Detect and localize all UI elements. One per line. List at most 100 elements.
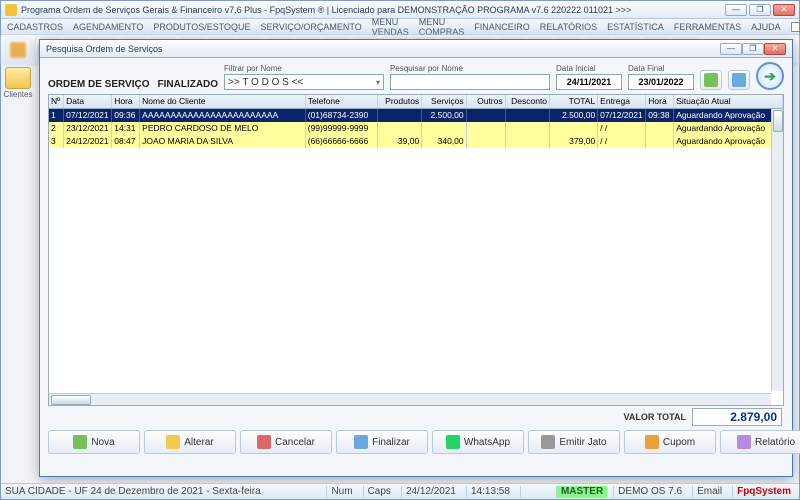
cell: [646, 122, 674, 135]
menu-produtos[interactable]: PRODUTOS/ESTOQUE: [153, 22, 250, 32]
cell: 2.500,00: [422, 109, 466, 122]
cell: 1: [49, 109, 64, 122]
date-end-input[interactable]: 23/01/2022: [628, 74, 694, 90]
app-title: Programa Ordem de Serviços Gerais & Fina…: [21, 5, 725, 15]
cell: [422, 122, 466, 135]
col-data[interactable]: Data: [64, 95, 112, 108]
search-bar: ORDEM DE SERVIÇOFINALIZADO Filtrar por N…: [40, 58, 792, 92]
dialog-titlebar: Pesquisa Ordem de Serviços — ❐ ✕: [40, 40, 792, 58]
menu-financeiro[interactable]: FINANCEIRO: [474, 22, 530, 32]
menu-ferramentas[interactable]: FERRAMENTAS: [674, 22, 741, 32]
col-serv[interactable]: Serviços: [422, 95, 466, 108]
cupom-button[interactable]: Cupom: [624, 430, 716, 454]
status-blank: [520, 486, 550, 498]
maximize-button[interactable]: ❐: [749, 4, 771, 16]
nova-button[interactable]: Nova: [48, 430, 140, 454]
date-start-input[interactable]: 24/11/2021: [556, 74, 622, 90]
table-row[interactable]: 223/12/202114:31PEDRO CARDOSO DE MELO(99…: [49, 122, 783, 135]
table-row[interactable]: 324/12/202108:47JOAO MARIA DA SILVA(66)6…: [49, 135, 783, 148]
table-row[interactable]: 107/12/202109:36AAAAAAAAAAAAAAAAAAAAAAAA…: [49, 109, 783, 122]
filter-name-combo[interactable]: >> T O D O S <<: [224, 74, 384, 90]
cell: 09:36: [112, 109, 140, 122]
cell: (66)66666-6666: [306, 135, 378, 148]
menu-relatorios[interactable]: RELATÓRIOS: [540, 22, 597, 32]
horizontal-scrollbar[interactable]: [49, 393, 771, 405]
status-location: SUA CIDADE - UF 24 de Dezembro de 2021 -…: [5, 486, 261, 497]
emitir-button[interactable]: Emitir Jato: [528, 430, 620, 454]
cancel-icon: [257, 435, 271, 449]
go-button[interactable]: ➔: [756, 62, 784, 90]
menu-agendamento[interactable]: AGENDAMENTO: [73, 22, 143, 32]
status-email[interactable]: Email: [692, 486, 726, 498]
menu-estatistica[interactable]: ESTATÍSTICA: [607, 22, 664, 32]
cell: (99)99999-9999: [306, 122, 378, 135]
menu-cadastros[interactable]: CADASTROS: [7, 22, 63, 32]
col-hora[interactable]: Hora: [112, 95, 140, 108]
col-sit[interactable]: Situação Atual: [674, 95, 783, 108]
edit-icon: [166, 435, 180, 449]
menu-email[interactable]: E-MAIL: [791, 17, 800, 37]
cell: 14:31: [112, 122, 140, 135]
vertical-scrollbar[interactable]: [771, 109, 783, 391]
app-window: Programa Ordem de Serviços Gerais & Fina…: [0, 0, 800, 500]
button-bar: Nova Alterar Cancelar Finalizar WhatsApp…: [40, 426, 792, 458]
dialog-close-button[interactable]: ✕: [764, 43, 786, 55]
report-icon: [737, 435, 751, 449]
cancelar-button[interactable]: Cancelar: [240, 430, 332, 454]
total-value: 2.879,00: [692, 408, 782, 426]
close-button[interactable]: ✕: [773, 4, 795, 16]
dialog-minimize-button[interactable]: —: [720, 43, 742, 55]
clientes-label: Clientes: [3, 90, 33, 99]
col-nome[interactable]: Nome do Cliente: [140, 95, 306, 108]
cell: [467, 122, 506, 135]
app-icon: [5, 4, 17, 16]
calendar-button[interactable]: [700, 70, 722, 90]
col-prod[interactable]: Produtos: [378, 95, 422, 108]
dialog-maximize-button[interactable]: ❐: [742, 43, 764, 55]
cell: [550, 122, 598, 135]
cell: Aguardando Aprovação: [674, 122, 783, 135]
search-dialog: Pesquisa Ordem de Serviços — ❐ ✕ ORDEM D…: [39, 39, 793, 477]
status-user: MASTER: [556, 486, 607, 498]
cell: JOAO MARIA DA SILVA: [140, 135, 306, 148]
cell: Aguardando Aprovação: [674, 109, 783, 122]
minimize-button[interactable]: —: [725, 4, 747, 16]
print-icon: [541, 435, 555, 449]
search-name-input[interactable]: [390, 74, 550, 90]
refresh-button[interactable]: [728, 70, 750, 90]
menu-servico[interactable]: SERVIÇO/ORÇAMENTO: [261, 22, 362, 32]
cell: 39,00: [378, 135, 422, 148]
status-time: 14:13:58: [466, 486, 514, 498]
filter-name-label: Filtrar por Nome: [224, 64, 384, 73]
cell: [467, 109, 506, 122]
col-tot[interactable]: TOTAL: [550, 95, 598, 108]
scroll-thumb[interactable]: [773, 110, 783, 132]
clientes-icon[interactable]: [5, 67, 31, 89]
relatorio-button[interactable]: Relatório: [720, 430, 800, 454]
results-grid[interactable]: Nº Data Hora Nome do Cliente Telefone Pr…: [48, 94, 784, 406]
menu-compras[interactable]: MENU COMPRAS: [419, 17, 465, 37]
status-caps: Caps: [363, 486, 395, 498]
finalizar-button[interactable]: Finalizar: [336, 430, 428, 454]
cell: 2: [49, 122, 64, 135]
menu-vendas[interactable]: MENU VENDAS: [372, 17, 409, 37]
menu-ajuda[interactable]: AJUDA: [751, 22, 781, 32]
search-name-label: Pesquisar por Nome: [390, 64, 550, 73]
header-ordem: ORDEM DE SERVIÇO: [48, 79, 150, 90]
col-desc[interactable]: Desconto: [506, 95, 550, 108]
cell: / /: [598, 122, 646, 135]
alterar-button[interactable]: Alterar: [144, 430, 236, 454]
cell: Aguardando Aprovação: [674, 135, 783, 148]
col-n[interactable]: Nº: [49, 95, 64, 108]
dialog-title: Pesquisa Ordem de Serviços: [46, 44, 720, 54]
mail-icon: [791, 22, 800, 32]
calendar-icon: [704, 73, 718, 87]
whatsapp-button[interactable]: WhatsApp: [432, 430, 524, 454]
col-ent[interactable]: Entrega: [598, 95, 646, 108]
toolbar-button[interactable]: [5, 38, 31, 62]
scroll-thumb[interactable]: [51, 395, 91, 405]
status-brand[interactable]: FpqSystem: [732, 486, 795, 498]
col-tel[interactable]: Telefone: [306, 95, 378, 108]
col-ehr[interactable]: Hora: [646, 95, 674, 108]
col-out[interactable]: Outros: [467, 95, 506, 108]
